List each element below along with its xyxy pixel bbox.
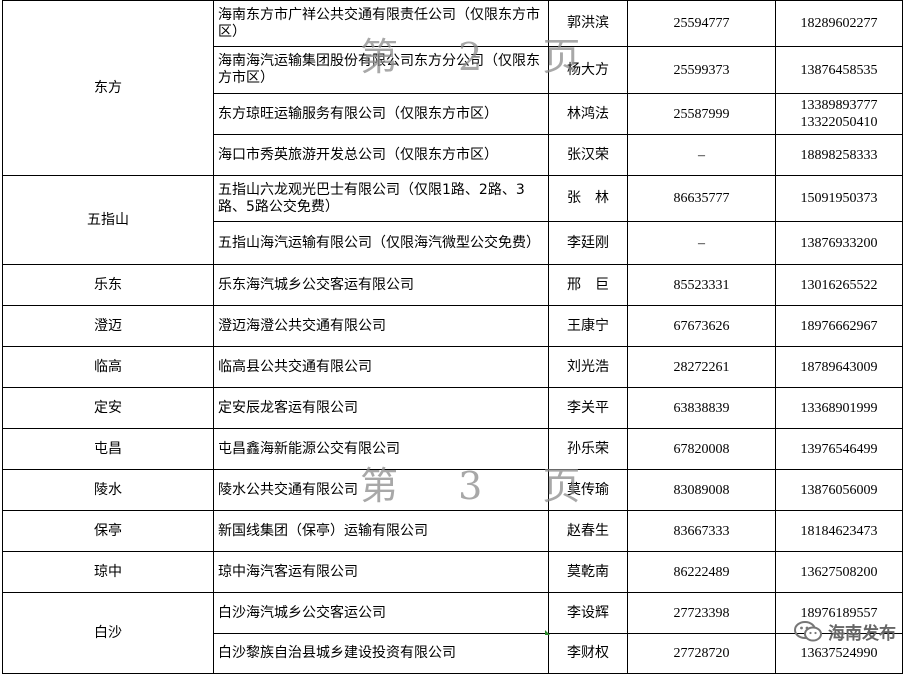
contact-cell: 赵春生	[548, 510, 628, 552]
wechat-icon	[794, 620, 822, 643]
mobile-cell: 13389893777 13322050410	[775, 93, 903, 135]
region-cell: 琼中	[2, 551, 214, 593]
phone-cell: 83089008	[627, 469, 776, 511]
company-cell: 东方琼旺运输服务有限公司（仅限东方市区）	[213, 93, 549, 135]
contact-cell: 孙乐荣	[548, 428, 628, 470]
mobile-cell: 18289602277	[775, 0, 903, 47]
mobile-cell: 18789643009	[775, 346, 903, 388]
region-cell: 乐东	[2, 264, 214, 306]
contact-cell: 刘光浩	[548, 346, 628, 388]
phone-cell: 25594777	[627, 0, 776, 47]
phone-cell: –	[627, 134, 776, 176]
phone-cell: 27728720	[627, 633, 776, 674]
region-cell: 临高	[2, 346, 214, 388]
mobile-cell: 18184623473	[775, 510, 903, 552]
mobile-cell: 13627508200	[775, 551, 903, 593]
contact-cell: 郭洪滨	[548, 0, 628, 47]
table-row: 乐东 乐东海汽城乡公交客运有限公司邢 巨 85523331 13016265522	[2, 264, 903, 306]
table-row: 定安 定安辰龙客运有限公司 李关平 63838839 13368901999	[2, 387, 903, 429]
region-cell: 保亭	[2, 510, 214, 552]
table-row: 陵水 陵水公共交通有限公司 莫传瑜 83089008 13876056009	[2, 469, 903, 511]
company-cell: 陵水公共交通有限公司	[213, 469, 549, 511]
mobile-cell: 13876458535	[775, 46, 903, 94]
region-cell: 陵水	[2, 469, 214, 511]
mobile-cell: 18976662967	[775, 305, 903, 347]
wechat-account-watermark: 海南发布	[794, 619, 896, 644]
region-cell: 定安	[2, 387, 214, 429]
region-cell: 东方	[2, 0, 214, 176]
contact-cell: 张汉荣	[548, 134, 628, 176]
table-row: 东方 海南东方市广祥公共交通有限责任公司（仅限东方市区） 郭洪滨 25594777 18…	[2, 0, 903, 176]
table-row: 临高 临高县公共交通有限公司 刘光浩 28272261 18789643009	[2, 346, 903, 388]
phone-cell: 25599373	[627, 46, 776, 94]
company-cell: 海南东方市广祥公共交通有限责任公司（仅限东方市区）	[213, 0, 549, 47]
mobile-number: 13389893777	[800, 98, 878, 113]
contact-cell: 李设辉	[548, 592, 628, 634]
contact-cell: 李财权	[548, 633, 628, 674]
mobile-cell: 13976546499	[775, 428, 903, 470]
contact-cell: 王康宁	[548, 305, 628, 347]
phone-cell: 86222489	[627, 551, 776, 593]
phone-cell: 25587999	[627, 93, 776, 135]
region-cell: 白沙	[2, 592, 214, 674]
phone-cell: 67673626	[627, 305, 776, 347]
mobile-cell: 13368901999	[775, 387, 903, 429]
mobile-cell: 18898258333	[775, 134, 903, 176]
phone-cell: –	[627, 221, 776, 265]
region-cell: 屯昌	[2, 428, 214, 470]
company-cell: 白沙海汽城乡公交客运公司	[213, 592, 549, 634]
contact-cell: 林鸿法	[548, 93, 628, 135]
table-row: 琼中 琼中海汽客运有限公司 莫乾南 86222489 13627508200	[2, 551, 903, 593]
table-row: 五指山 五指山六龙观光巴士有限公司（仅限1路、2路、3路、5路公交免费）张 林 86…	[2, 175, 903, 265]
table-body: 东方 海南东方市广祥公共交通有限责任公司（仅限东方市区） 郭洪滨 25594777 18…	[2, 0, 903, 674]
mobile-cell: 13016265522	[775, 264, 903, 306]
phone-cell: 86635777	[627, 175, 776, 222]
mobile-number-secondary: 13322050410	[800, 115, 878, 130]
contact-cell: 邢 巨	[548, 264, 628, 306]
company-cell: 乐东海汽城乡公交客运有限公司	[213, 264, 549, 306]
region-cell: 澄迈	[2, 305, 214, 347]
mobile-cell: 13876056009	[775, 469, 903, 511]
cell-comment-marker	[545, 630, 550, 635]
contact-cell: 李廷刚	[548, 221, 628, 265]
mobile-cell: 13876933200	[775, 221, 903, 265]
phone-cell: 83667333	[627, 510, 776, 552]
company-cell: 临高县公共交通有限公司	[213, 346, 549, 388]
company-cell: 五指山六龙观光巴士有限公司（仅限1路、2路、3路、5路公交免费）	[213, 175, 549, 222]
company-cell: 琼中海汽客运有限公司	[213, 551, 549, 593]
contact-cell: 莫传瑜	[548, 469, 628, 511]
table-row: 屯昌 屯昌鑫海新能源公交有限公司 孙乐荣 67820008 13976546499	[2, 428, 903, 470]
company-cell: 海口市秀英旅游开发总公司（仅限东方市区）	[213, 134, 549, 176]
company-cell: 海南海汽运输集团股份有限公司东方分公司（仅限东方市区）	[213, 46, 549, 94]
contact-cell: 张 林	[548, 175, 628, 222]
region-cell: 五指山	[2, 175, 214, 265]
company-cell: 白沙黎族自治县城乡建设投资有限公司	[213, 633, 549, 674]
wechat-account-name: 海南发布	[828, 624, 896, 644]
table-row: 保亭 新国线集团（保亭）运输有限公司 赵春生 83667333 18184623473	[2, 510, 903, 552]
company-cell: 定安辰龙客运有限公司	[213, 387, 549, 429]
contact-cell: 杨大方	[548, 46, 628, 94]
mobile-cell: 15091950373	[775, 175, 903, 222]
bus-company-contact-table: 东方 海南东方市广祥公共交通有限责任公司（仅限东方市区） 郭洪滨 25594777 18…	[2, 0, 903, 674]
table-row: 澄迈 澄迈海澄公共交通有限公司 王康宁 67673626 18976662967	[2, 305, 903, 347]
company-cell: 屯昌鑫海新能源公交有限公司	[213, 428, 549, 470]
phone-cell: 67820008	[627, 428, 776, 470]
company-cell: 新国线集团（保亭）运输有限公司	[213, 510, 549, 552]
phone-cell: 28272261	[627, 346, 776, 388]
contact-cell: 莫乾南	[548, 551, 628, 593]
company-cell: 澄迈海澄公共交通有限公司	[213, 305, 549, 347]
company-cell: 五指山海汽运输有限公司（仅限海汽微型公交免费）	[213, 221, 549, 265]
phone-cell: 63838839	[627, 387, 776, 429]
table-row: 白沙 白沙海汽城乡公交客运公司 李设辉 27723398 18976189557	[2, 592, 903, 674]
phone-cell: 85523331	[627, 264, 776, 306]
phone-cell: 27723398	[627, 592, 776, 634]
contact-cell: 李关平	[548, 387, 628, 429]
